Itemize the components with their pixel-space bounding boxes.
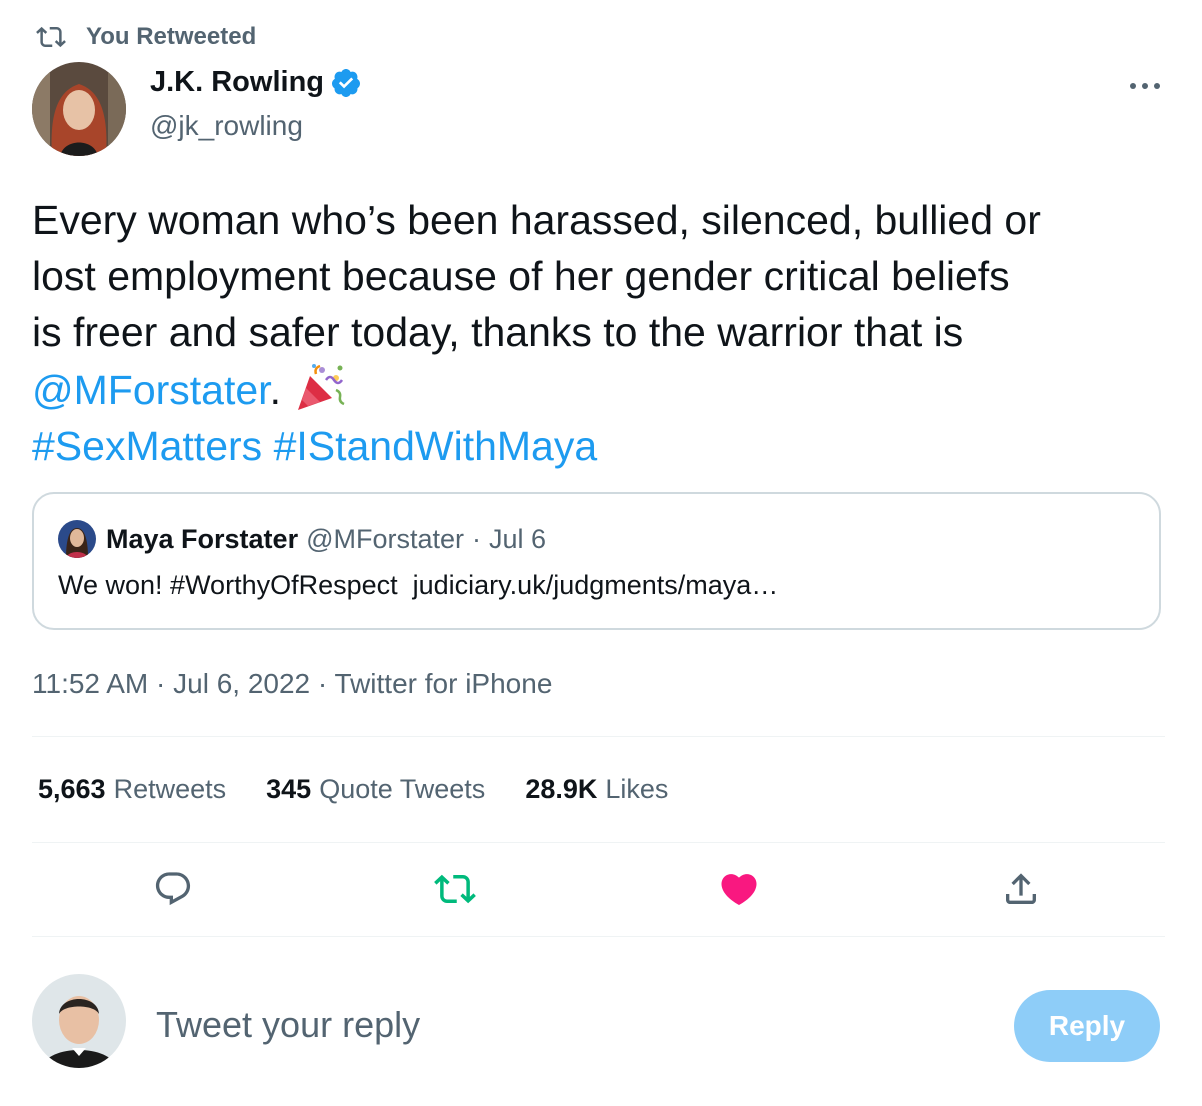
tweet-punctuation: . (269, 367, 281, 413)
retweet-icon (36, 26, 66, 48)
likes-label: Likes (605, 774, 669, 804)
retweet-banner-text: You Retweeted (86, 23, 257, 50)
likes-count: 28.9K (525, 774, 598, 804)
quote-tweets-label: Quote Tweets (319, 774, 486, 804)
more-icon (1130, 83, 1160, 89)
hashtag-link[interactable]: #SexMatters (32, 423, 262, 469)
user-avatar[interactable] (32, 974, 126, 1068)
retweet-button[interactable] (432, 866, 478, 912)
quote-tweets-stat[interactable]: 345 Quote Tweets (266, 774, 485, 805)
timestamp-time[interactable]: 11:52 AM (32, 668, 148, 699)
quoted-tweet-date: Jul 6 (489, 523, 547, 554)
author-name-row[interactable]: J.K. Rowling (150, 66, 362, 99)
reply-composer: Tweet your reply Reply (32, 974, 1162, 1070)
heart-icon (721, 874, 757, 906)
hashtag-link[interactable]: #IStandWithMaya (274, 423, 598, 469)
divider (32, 936, 1165, 937)
author-avatar[interactable] (32, 62, 126, 156)
tweet-text: Every woman who’s been harassed, silence… (32, 192, 1182, 474)
quote-tweets-count: 345 (266, 774, 312, 804)
author-name[interactable]: J.K. Rowling (150, 66, 324, 99)
retweets-count: 5,663 (38, 774, 106, 804)
quoted-author-avatar (58, 520, 96, 558)
reply-submit-button[interactable]: Reply (1014, 990, 1160, 1062)
retweets-stat[interactable]: 5,663 Retweets (38, 774, 226, 805)
share-button[interactable] (998, 866, 1044, 912)
separator-dot: · (156, 668, 166, 699)
likes-stat[interactable]: 28.9K Likes (525, 774, 668, 805)
retweets-label: Retweets (113, 774, 227, 804)
retweet-icon (434, 874, 476, 904)
tweet-stats: 5,663 Retweets 345 Quote Tweets 28.9K Li… (38, 774, 708, 805)
quoted-author-handle: @MForstater (306, 523, 465, 554)
quoted-author-name: Maya Forstater (106, 523, 299, 554)
like-button[interactable] (716, 866, 762, 912)
quoted-tweet[interactable]: Maya Forstater @MForstater · Jul 6 We wo… (32, 492, 1161, 630)
party-popper-icon (298, 364, 345, 410)
tweet-line: Every woman who’s been harassed, silence… (32, 197, 1041, 243)
divider (32, 842, 1165, 843)
tweet-timestamp: 11:52 AM · Jul 6, 2022 · Twitter for iPh… (32, 668, 552, 700)
separator-dot: · (317, 668, 328, 699)
retweet-banner: You Retweeted (32, 20, 256, 54)
separator-dot: · (472, 523, 482, 554)
author-handle[interactable]: @jk_rowling (150, 110, 303, 142)
reply-button[interactable] (150, 866, 196, 912)
timestamp-date[interactable]: Jul 6, 2022 (173, 668, 310, 699)
quoted-tweet-header: Maya Forstater @MForstater · Jul 6 (58, 520, 546, 558)
quoted-tweet-text: We won! #WorthyOfRespect judiciary.uk/ju… (58, 570, 779, 600)
more-options-button[interactable] (1125, 70, 1165, 100)
share-icon (1006, 873, 1036, 904)
verified-badge-icon (331, 68, 360, 97)
mention-link[interactable]: @MForstater (32, 367, 270, 413)
tweet-line: lost employment because of her gender cr… (32, 253, 1010, 299)
tweet-source[interactable]: Twitter for iPhone (335, 668, 553, 699)
divider (32, 736, 1165, 737)
reply-icon (155, 872, 191, 906)
reply-input[interactable]: Tweet your reply (156, 1004, 420, 1046)
tweet-line: is freer and safer today, thanks to the … (32, 309, 964, 355)
